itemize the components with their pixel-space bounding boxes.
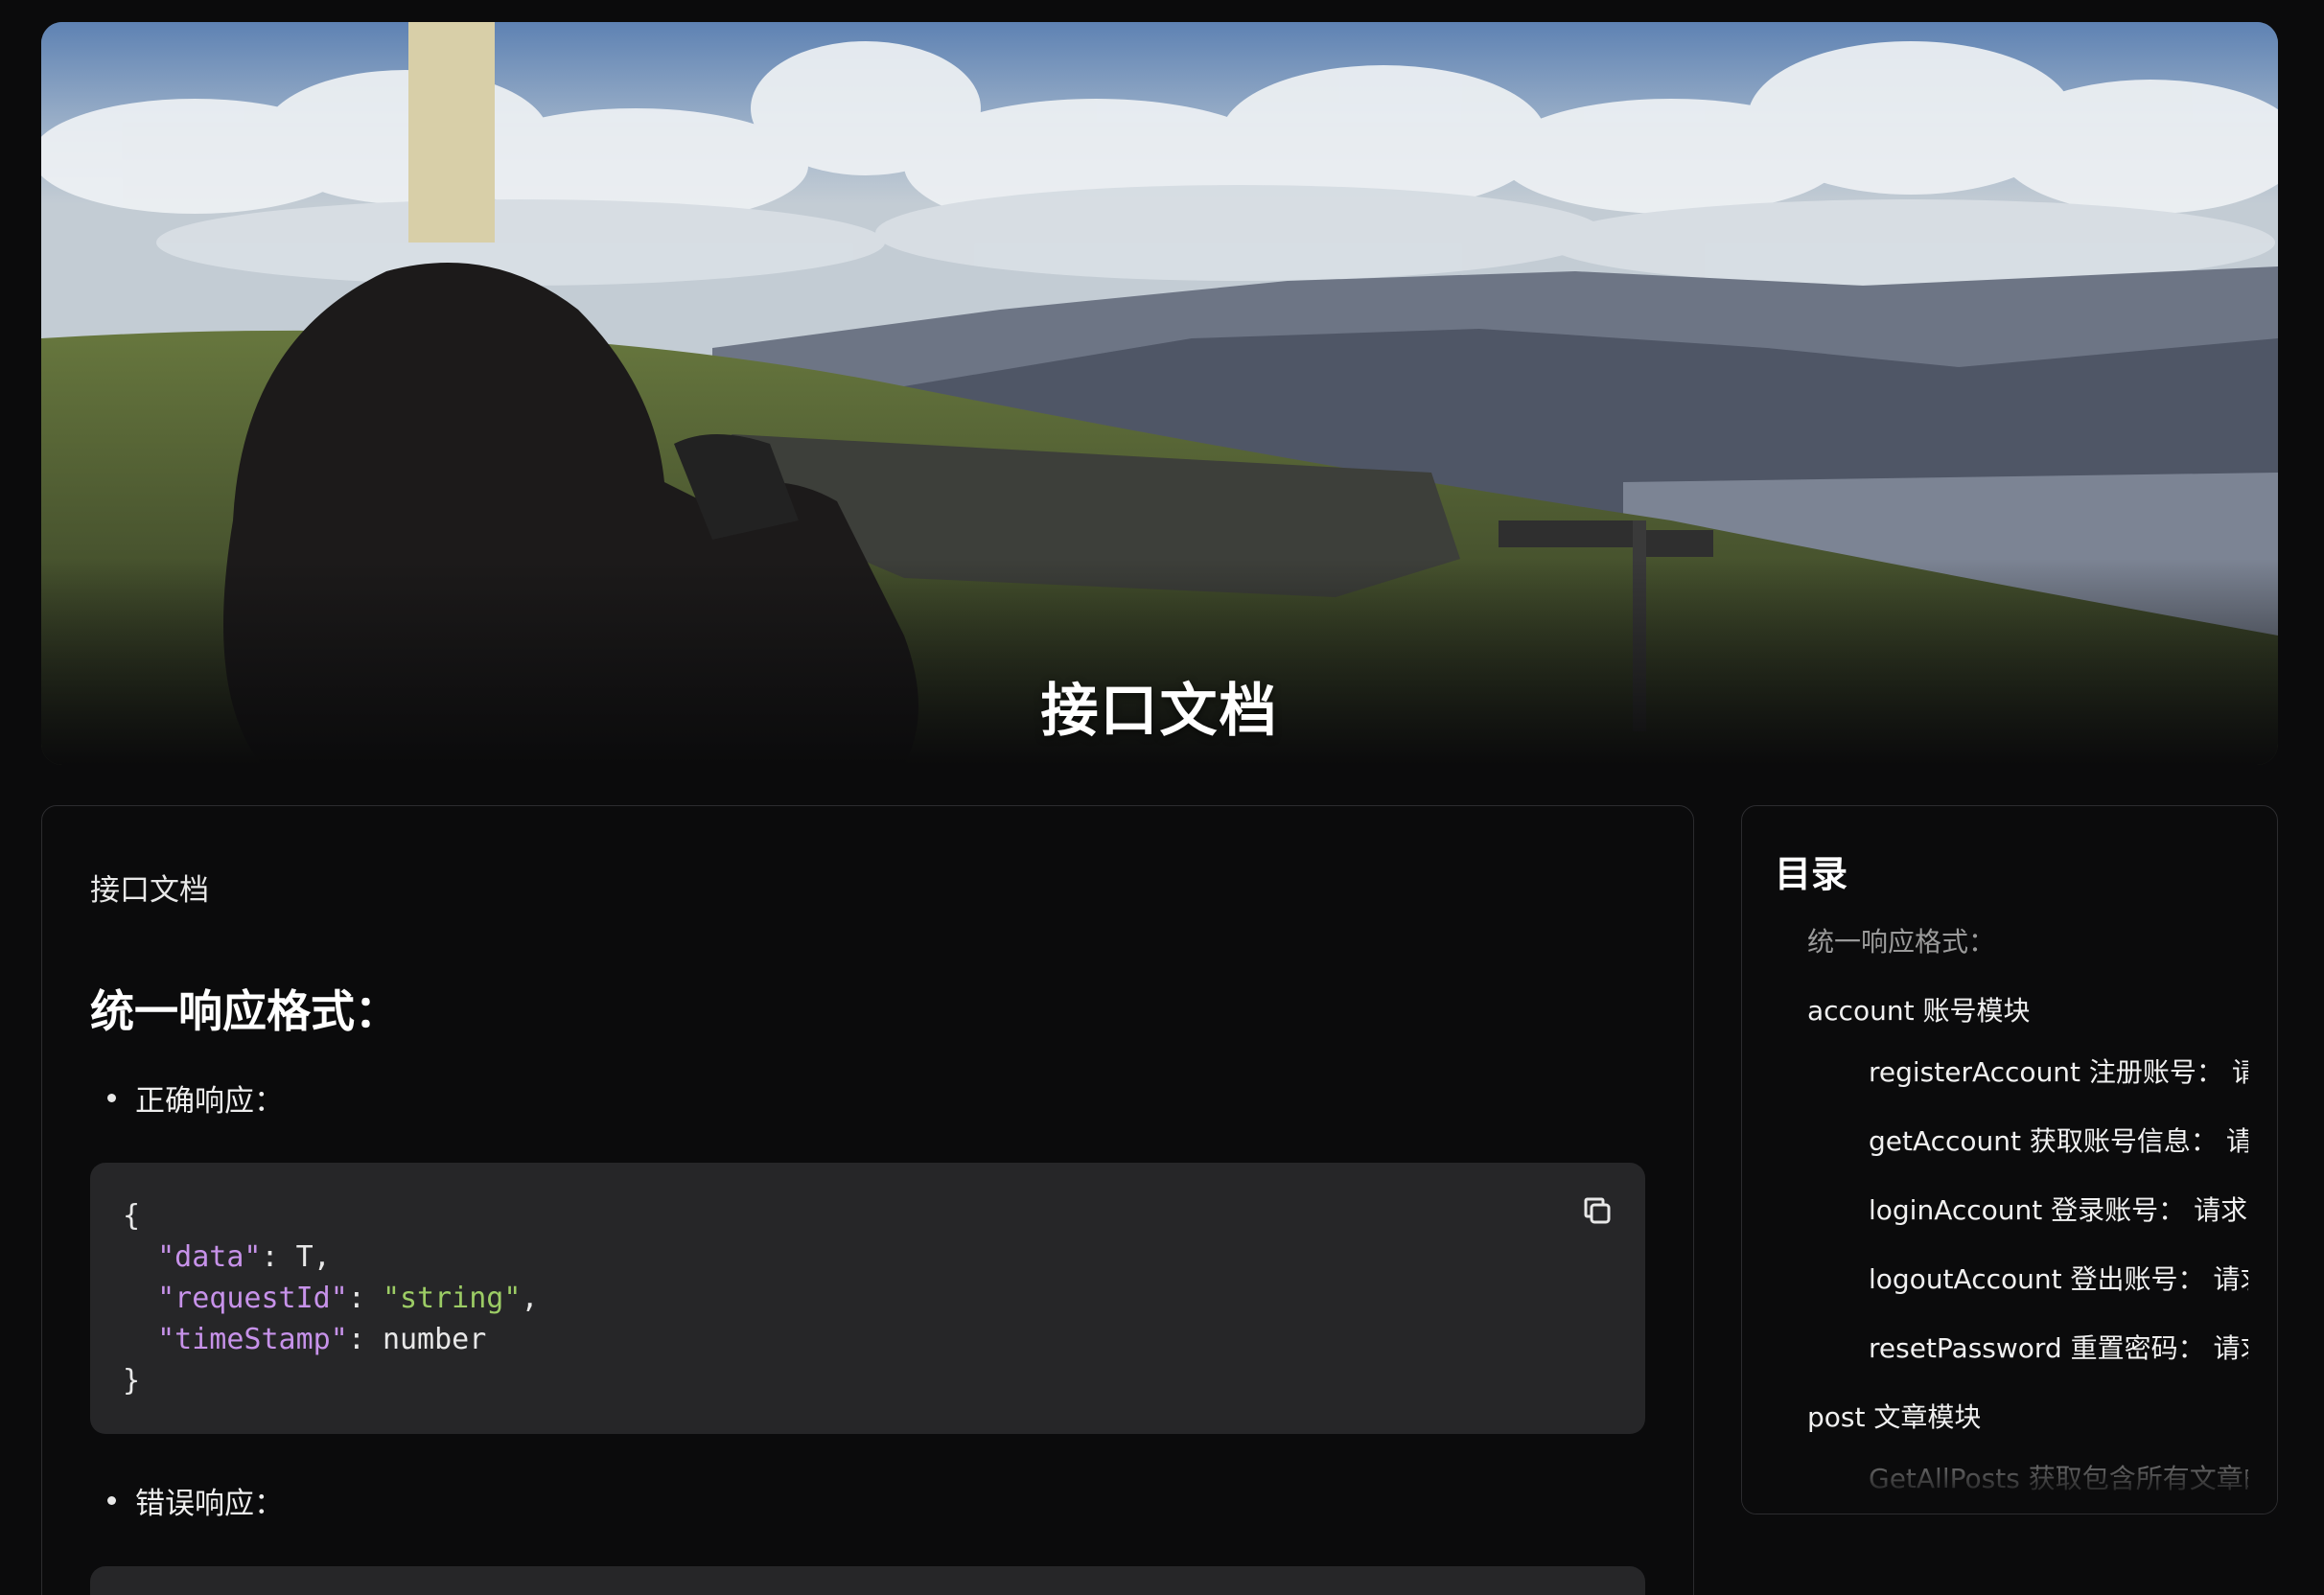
- list-item-label: 错误响应：: [135, 1487, 284, 1521]
- hero-image: [41, 22, 2278, 765]
- toc-item[interactable]: 统一响应格式：: [1807, 921, 2248, 959]
- toc-item[interactable]: getAccount 获取账号信息： 请求方式: [1869, 1121, 2248, 1159]
- code-text: }: [123, 1364, 141, 1398]
- code-line: "data": T,: [123, 1237, 1613, 1278]
- json-key: "data": [157, 1240, 262, 1274]
- breadcrumb: 接口文档: [90, 873, 209, 908]
- json-value: T: [295, 1240, 314, 1274]
- toc-item[interactable]: logoutAccount 登出账号： 请求方式: [1869, 1259, 2248, 1297]
- code-line: {: [123, 1195, 1613, 1237]
- article-card: 接口文档 统一响应格式： 正确响应： { "data": T, "request…: [41, 805, 1694, 1595]
- copy-code-button[interactable]: [1578, 1191, 1616, 1230]
- toc-title: 目录: [1775, 853, 1848, 895]
- toc-item[interactable]: resetPassword 重置密码： 请求方式: [1869, 1328, 2248, 1366]
- toc-item[interactable]: registerAccount 注册账号： 请求方式: [1869, 1052, 2248, 1090]
- toc-item[interactable]: post 文章模块: [1807, 1397, 2248, 1435]
- list-item: 正确响应：: [107, 1076, 284, 1120]
- code-line: }: [123, 1360, 1613, 1401]
- toc-item[interactable]: loginAccount 登录账号： 请求方式: [1869, 1190, 2248, 1228]
- code-line: "timeStamp": number: [123, 1319, 1613, 1360]
- bullet-dot-icon: [107, 1094, 116, 1102]
- code-text: {: [123, 1199, 141, 1233]
- code-line: "requestId": "string",: [123, 1278, 1613, 1319]
- toc-item[interactable]: GetAllPosts 获取包含所有文章的列表: [1869, 1458, 2248, 1496]
- section-heading-response-format: 统一响应格式：: [90, 985, 399, 1037]
- bullet-dot-icon: [107, 1496, 116, 1505]
- page: 接口文档 接口文档 统一响应格式： 正确响应： { "data": T, "re…: [0, 0, 2324, 1595]
- json-value: "string": [382, 1282, 522, 1315]
- hero-banner: 接口文档: [41, 22, 2278, 765]
- json-key: "requestId": [157, 1282, 348, 1315]
- code-block: { "data": T, "requestId": "string", "tim…: [90, 1163, 1645, 1434]
- list-item: 错误响应：: [107, 1479, 284, 1522]
- list-item-label: 正确响应：: [135, 1084, 284, 1119]
- code-block: [90, 1566, 1645, 1595]
- json-sep: :: [347, 1323, 383, 1356]
- json-key: "timeStamp": [157, 1323, 348, 1356]
- table-of-contents: 目录 统一响应格式： account 账号模块 registerAccount …: [1741, 805, 2278, 1514]
- copy-icon: [1584, 1197, 1611, 1224]
- json-trail: ,: [313, 1240, 331, 1274]
- toc-item[interactable]: account 账号模块: [1807, 990, 2248, 1029]
- page-title: 接口文档: [1040, 678, 1279, 745]
- json-trail: ,: [521, 1282, 539, 1315]
- json-sep: :: [261, 1240, 296, 1274]
- json-sep: :: [347, 1282, 383, 1315]
- json-value: number: [382, 1323, 487, 1356]
